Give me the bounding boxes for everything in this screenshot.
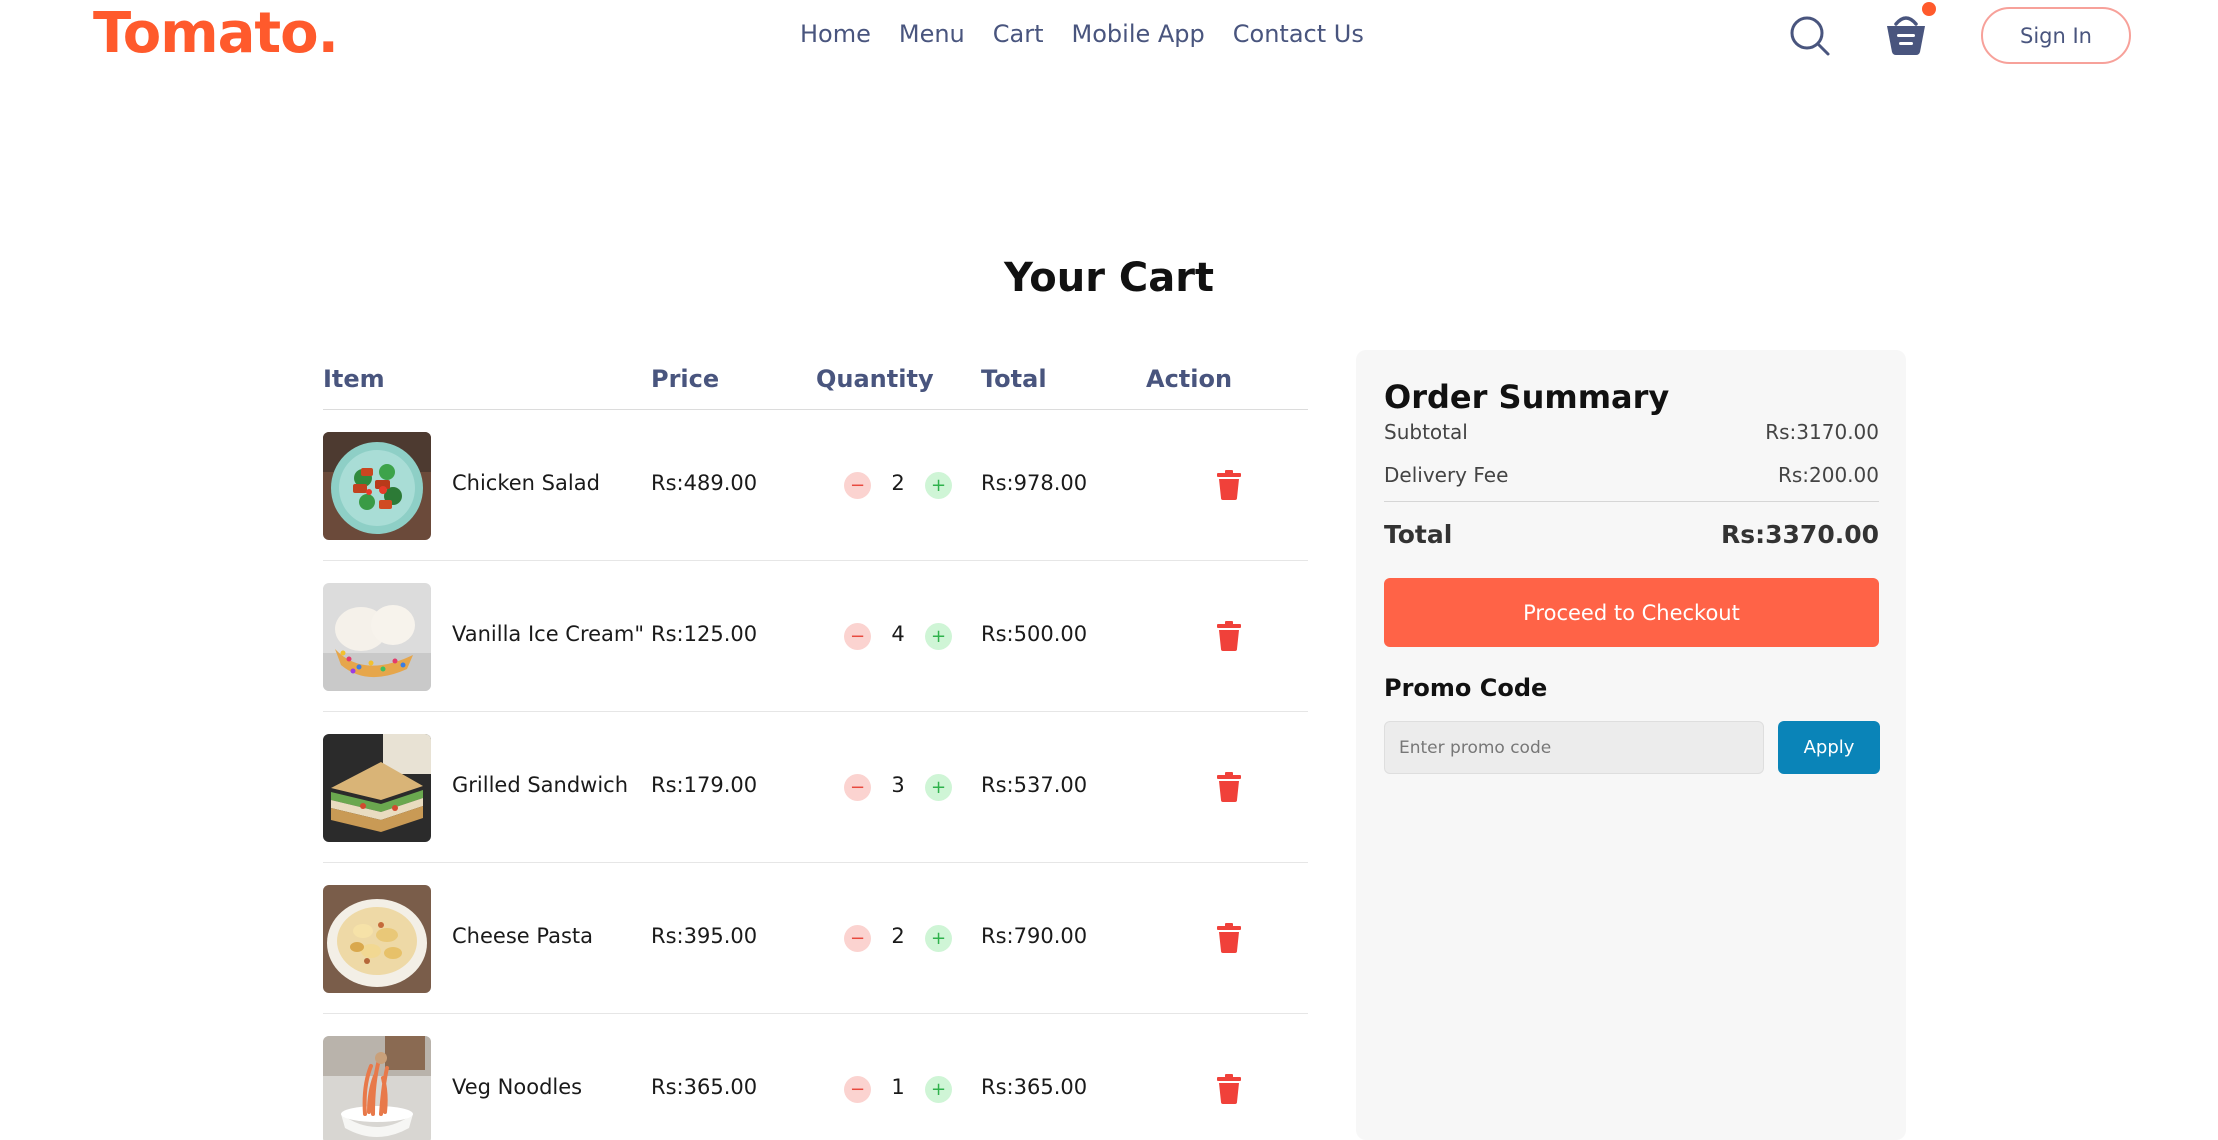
header-total: Total [981, 365, 1047, 393]
quantity-value: 2 [891, 471, 905, 495]
logo[interactable]: Tomato. [93, 0, 339, 68]
cart-notification-dot [1922, 2, 1936, 16]
item-name: Grilled Sandwich [452, 773, 629, 797]
item-total: Rs:500.00 [981, 622, 1088, 646]
sign-in-button[interactable]: Sign In [1981, 7, 2131, 64]
quantity-increase-button[interactable]: + [925, 623, 952, 650]
item-total: Rs:978.00 [981, 471, 1088, 495]
item-name: Cheese Pasta [452, 924, 593, 948]
summary-divider [1384, 501, 1879, 502]
trash-icon[interactable] [1216, 772, 1242, 802]
order-summary-panel: Order Summary Subtotal Rs:3170.00 Delive… [1356, 350, 1906, 1140]
item-price: Rs:125.00 [651, 622, 758, 646]
table-row: Grilled Sandwich Rs:179.00 − 3 + Rs:537.… [323, 712, 1308, 863]
trash-icon[interactable] [1216, 923, 1242, 953]
nav-link-contact-us[interactable]: Contact Us [1233, 18, 1364, 50]
table-row: Veg Noodles Rs:365.00 − 1 + Rs:365.00 [323, 1014, 1308, 1140]
search-icon[interactable] [1788, 14, 1832, 58]
nav-link-home[interactable]: Home [800, 18, 871, 50]
order-summary-title: Order Summary [1384, 378, 1670, 416]
item-price: Rs:395.00 [651, 924, 758, 948]
quantity-increase-button[interactable]: + [925, 925, 952, 952]
page-title: Your Cart [1003, 255, 1215, 301]
table-row: Vanilla Ice Cream" Rs:125.00 − 4 + Rs:50… [323, 561, 1308, 712]
item-price: Rs:365.00 [651, 1075, 758, 1099]
table-header: Item Price Quantity Total Action [323, 355, 1308, 410]
item-image-cheese-pasta [323, 885, 431, 993]
quantity-increase-button[interactable]: + [925, 472, 952, 499]
trash-icon[interactable] [1216, 621, 1242, 651]
nav-link-cart[interactable]: Cart [993, 18, 1044, 50]
nav-link-mobile-app[interactable]: Mobile App [1072, 18, 1205, 50]
promo-code-title: Promo Code [1384, 674, 1548, 702]
quantity-value: 2 [891, 924, 905, 948]
item-total: Rs:790.00 [981, 924, 1088, 948]
trash-icon[interactable] [1216, 1074, 1242, 1104]
nav-link-menu[interactable]: Menu [899, 18, 965, 50]
quantity-decrease-button[interactable]: − [844, 472, 871, 499]
total-value: Rs:3370.00 [1721, 520, 1879, 549]
nav-menu: Home Menu Cart Mobile App Contact Us [800, 18, 1392, 50]
navbar: Tomato. Home Menu Cart Mobile App Contac… [0, 0, 2218, 80]
header-item: Item [323, 365, 385, 393]
item-name: Veg Noodles [452, 1075, 583, 1099]
header-quantity: Quantity [816, 365, 934, 393]
subtotal-value: Rs:3170.00 [1765, 420, 1879, 444]
subtotal-label: Subtotal [1384, 420, 1468, 444]
quantity-decrease-button[interactable]: − [844, 774, 871, 801]
header-action: Action [1146, 365, 1233, 393]
cart-table: Item Price Quantity Total Action Chicken… [323, 355, 1308, 1140]
table-row: Chicken Salad Rs:489.00 − 2 + Rs:978.00 [323, 410, 1308, 561]
quantity-value: 1 [891, 1075, 905, 1099]
cart-page: Tomato. Home Menu Cart Mobile App Contac… [0, 0, 2218, 1140]
header-price: Price [651, 365, 720, 393]
item-name: Chicken Salad [452, 471, 600, 495]
proceed-to-checkout-button[interactable]: Proceed to Checkout [1384, 578, 1879, 647]
table-row: Cheese Pasta Rs:395.00 − 2 + Rs:790.00 [323, 863, 1308, 1014]
trash-icon[interactable] [1216, 470, 1242, 500]
item-price: Rs:489.00 [651, 471, 758, 495]
item-total: Rs:365.00 [981, 1075, 1088, 1099]
item-image-chicken-salad [323, 432, 431, 540]
delivery-fee-label: Delivery Fee [1384, 463, 1509, 487]
quantity-value: 3 [891, 773, 905, 797]
apply-promo-button[interactable]: Apply [1778, 721, 1880, 774]
quantity-value: 4 [891, 622, 905, 646]
quantity-decrease-button[interactable]: − [844, 1076, 871, 1103]
promo-code-input[interactable] [1384, 721, 1764, 774]
basket-icon[interactable] [1882, 10, 1930, 58]
delivery-fee-value: Rs:200.00 [1777, 463, 1879, 487]
total-label: Total [1384, 520, 1453, 549]
quantity-decrease-button[interactable]: − [844, 623, 871, 650]
quantity-decrease-button[interactable]: − [844, 925, 871, 952]
item-name: Vanilla Ice Cream" [452, 622, 645, 646]
quantity-increase-button[interactable]: + [925, 1076, 952, 1103]
item-total: Rs:537.00 [981, 773, 1088, 797]
item-image-vanilla-ice-cream [323, 583, 431, 691]
item-image-veg-noodles [323, 1036, 431, 1140]
item-price: Rs:179.00 [651, 773, 758, 797]
quantity-increase-button[interactable]: + [925, 774, 952, 801]
item-image-grilled-sandwich [323, 734, 431, 842]
